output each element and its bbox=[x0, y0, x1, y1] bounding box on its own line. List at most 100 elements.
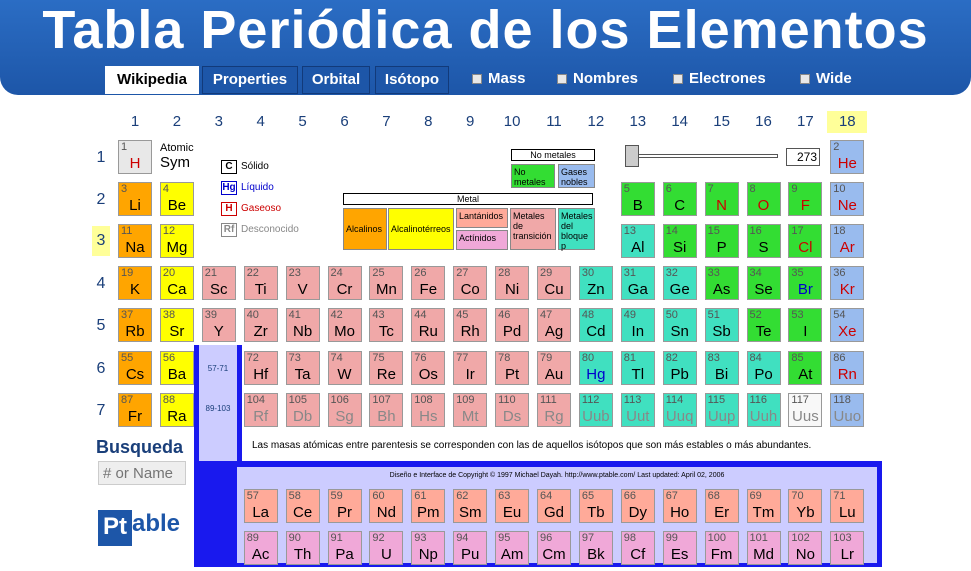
element-fm[interactable]: 100 Fm bbox=[704, 531, 739, 565]
checkbox-electrones[interactable] bbox=[673, 74, 683, 84]
legend-actinides[interactable]: Actínidos bbox=[456, 230, 508, 250]
element-ds[interactable]: 110 Ds bbox=[495, 392, 530, 427]
element-ta[interactable]: 73 Ta bbox=[285, 350, 320, 385]
element-cf[interactable]: 98 Cf bbox=[620, 531, 655, 565]
element-i[interactable]: 53 I bbox=[788, 308, 823, 343]
element-at[interactable]: 85 At bbox=[788, 350, 823, 385]
element-la[interactable]: 57 La bbox=[243, 489, 278, 523]
element-mo[interactable]: 42 Mo bbox=[327, 308, 362, 343]
legend-transition-metals[interactable]: Metales de transición bbox=[510, 208, 556, 250]
element-pd[interactable]: 46 Pd bbox=[495, 308, 530, 343]
element-s[interactable]: 16 S bbox=[746, 224, 781, 259]
element-uut[interactable]: 113 Uut bbox=[620, 392, 655, 427]
element-ho[interactable]: 67 Ho bbox=[662, 489, 697, 523]
element-eu[interactable]: 63 Eu bbox=[495, 489, 530, 523]
element-se[interactable]: 34 Se bbox=[746, 266, 781, 301]
element-fr[interactable]: 87 Fr bbox=[118, 392, 152, 427]
tab-wikipedia[interactable]: Wikipedia bbox=[105, 66, 199, 94]
search-input[interactable] bbox=[98, 461, 186, 485]
element-re[interactable]: 75 Re bbox=[369, 350, 404, 385]
element-pt[interactable]: 78 Pt bbox=[495, 350, 530, 385]
element-pa[interactable]: 91 Pa bbox=[327, 531, 362, 565]
element-k[interactable]: 19 K bbox=[118, 266, 152, 301]
element-gd[interactable]: 64 Gd bbox=[537, 489, 571, 523]
element-br[interactable]: 35 Br bbox=[788, 266, 823, 301]
element-in[interactable]: 49 In bbox=[620, 308, 655, 343]
legend-nonmetals[interactable]: No metales bbox=[511, 164, 555, 188]
temperature-slider-track[interactable] bbox=[626, 154, 778, 158]
element-ni[interactable]: 28 Ni bbox=[495, 266, 530, 301]
element-os[interactable]: 76 Os bbox=[411, 350, 446, 385]
element-zn[interactable]: 30 Zn bbox=[578, 266, 613, 301]
element-lu[interactable]: 71 Lu bbox=[830, 489, 865, 523]
element-tm[interactable]: 69 Tm bbox=[746, 489, 781, 523]
element-am[interactable]: 95 Am bbox=[495, 531, 530, 565]
element-cs[interactable]: 55 Cs bbox=[118, 350, 152, 385]
element-be[interactable]: 4 Be bbox=[159, 182, 194, 217]
element-u[interactable]: 92 U bbox=[369, 531, 404, 565]
element-bh[interactable]: 107 Bh bbox=[369, 392, 404, 427]
option-wide[interactable]: Wide bbox=[800, 70, 852, 88]
element-ru[interactable]: 44 Ru bbox=[411, 308, 446, 343]
element-sm[interactable]: 62 Sm bbox=[453, 489, 488, 523]
element-rb[interactable]: 37 Rb bbox=[118, 308, 152, 343]
element-pu[interactable]: 94 Pu bbox=[453, 531, 488, 565]
element-n[interactable]: 7N bbox=[704, 182, 739, 217]
element-tc[interactable]: 43 Tc bbox=[369, 308, 404, 343]
element-pr[interactable]: 59 Pr bbox=[327, 489, 362, 523]
element-al[interactable]: 13 Al bbox=[620, 224, 655, 259]
element-es[interactable]: 99 Es bbox=[662, 531, 697, 565]
element-bi[interactable]: 83 Bi bbox=[704, 350, 739, 385]
element-as[interactable]: 33 As bbox=[704, 266, 739, 301]
element-th[interactable]: 90 Th bbox=[285, 531, 320, 565]
element-uup[interactable]: 115 Uup bbox=[704, 392, 739, 427]
element-rg[interactable]: 111 Rg bbox=[537, 392, 571, 427]
element-mn[interactable]: 25 Mn bbox=[369, 266, 404, 301]
element-nb[interactable]: 41 Nb bbox=[285, 308, 320, 343]
element-ti[interactable]: 22 Ti bbox=[243, 266, 278, 301]
element-ir[interactable]: 77 Ir bbox=[453, 350, 488, 385]
element-uub[interactable]: 112 Uub bbox=[578, 392, 613, 427]
element-kr[interactable]: 36 Kr bbox=[830, 266, 865, 301]
checkbox-nombres[interactable] bbox=[557, 74, 567, 84]
element-po[interactable]: 84 Po bbox=[746, 350, 781, 385]
element-te[interactable]: 52 Te bbox=[746, 308, 781, 343]
element-cl[interactable]: 17 Cl bbox=[788, 224, 823, 259]
option-nombres[interactable]: Nombres bbox=[557, 70, 638, 88]
element-c[interactable]: 6C bbox=[662, 182, 697, 217]
element-rn[interactable]: 86 Rn bbox=[830, 350, 865, 385]
tab-orbital[interactable]: Orbital bbox=[302, 66, 370, 94]
ptable-logo[interactable]: Pt able bbox=[98, 508, 190, 548]
checkbox-wide[interactable] bbox=[800, 74, 810, 84]
element-ce[interactable]: 58 Ce bbox=[285, 489, 320, 523]
element-ra[interactable]: 88 Ra bbox=[159, 392, 194, 427]
element-h[interactable]: 1H bbox=[118, 140, 152, 174]
element-o[interactable]: 8O bbox=[746, 182, 781, 217]
element-sc[interactable]: 21 Sc bbox=[201, 266, 236, 301]
element-pb[interactable]: 82 Pb bbox=[662, 350, 697, 385]
element-sr[interactable]: 38 Sr bbox=[159, 308, 194, 343]
element-hs[interactable]: 108 Hs bbox=[411, 392, 446, 427]
element-xe[interactable]: 54 Xe bbox=[830, 308, 865, 343]
element-nd[interactable]: 60 Nd bbox=[369, 489, 404, 523]
element-ge[interactable]: 32 Ge bbox=[662, 266, 697, 301]
element-bk[interactable]: 97 Bk bbox=[578, 531, 613, 565]
element-he[interactable]: 2 He bbox=[830, 140, 865, 174]
element-hg[interactable]: 80 Hg bbox=[578, 350, 613, 385]
element-cu[interactable]: 29 Cu bbox=[537, 266, 571, 301]
element-p[interactable]: 15 P bbox=[704, 224, 739, 259]
element-hf[interactable]: 72 Hf bbox=[243, 350, 278, 385]
element-dy[interactable]: 66 Dy bbox=[620, 489, 655, 523]
element-rh[interactable]: 45 Rh bbox=[453, 308, 488, 343]
element-er[interactable]: 68 Er bbox=[704, 489, 739, 523]
element-ac[interactable]: 89 Ac bbox=[243, 531, 278, 565]
legend-lanthanides[interactable]: Lantánidos bbox=[456, 208, 508, 228]
legend-alkaline-earth[interactable]: Alcalinotérreos bbox=[388, 208, 454, 250]
element-v[interactable]: 23 V bbox=[285, 266, 320, 301]
element-uus[interactable]: 117 Uus bbox=[788, 392, 823, 427]
element-sb[interactable]: 51 Sb bbox=[704, 308, 739, 343]
element-tb[interactable]: 65 Tb bbox=[578, 489, 613, 523]
element-ag[interactable]: 47 Ag bbox=[537, 308, 571, 343]
element-mg[interactable]: 12 Mg bbox=[159, 224, 194, 259]
legend-p-block-metals[interactable]: Metales del bloque p bbox=[558, 208, 595, 251]
